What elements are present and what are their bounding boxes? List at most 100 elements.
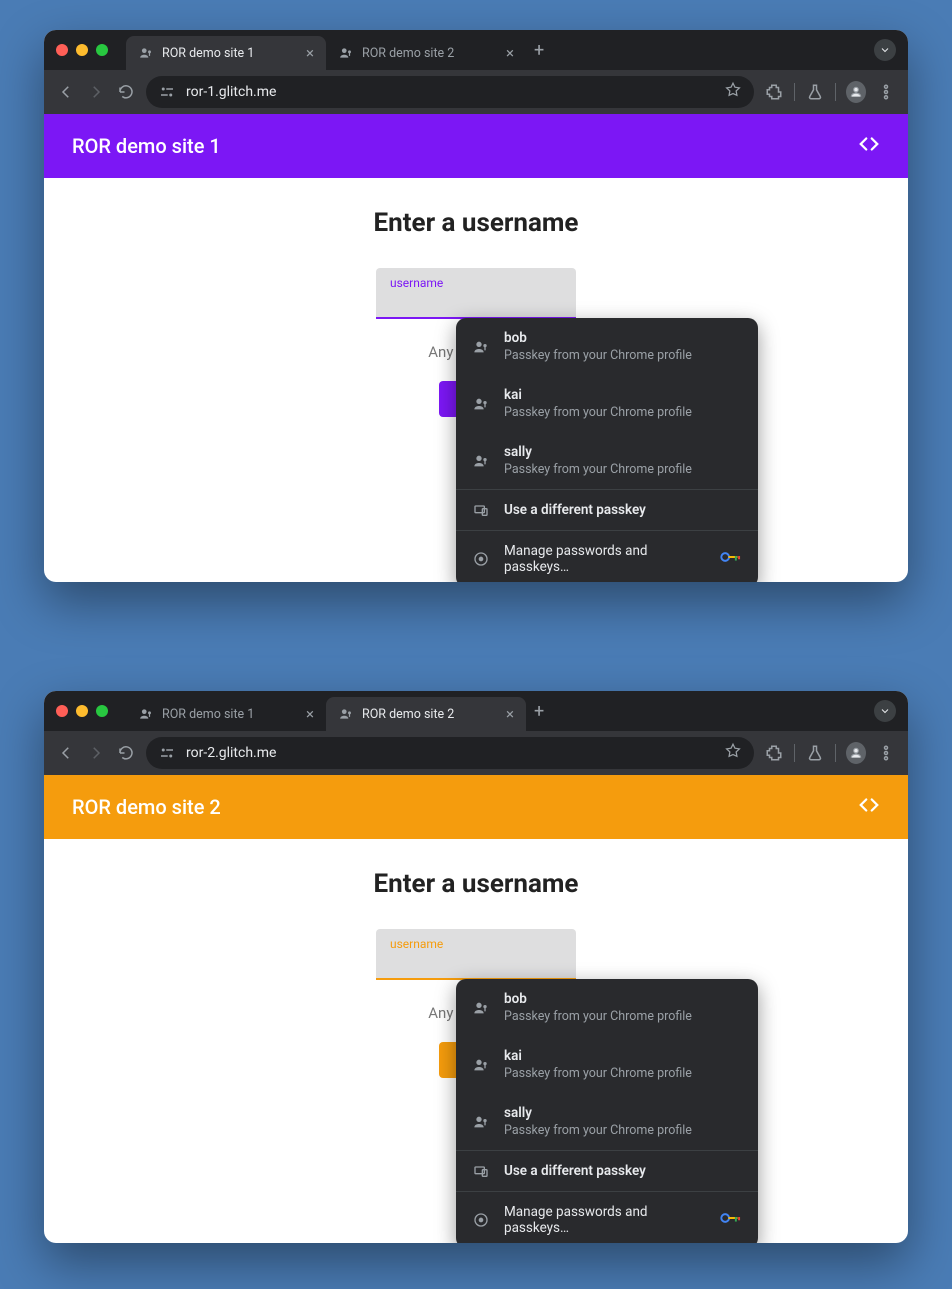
url-text: ror-1.glitch.me [186, 84, 714, 100]
passkey-name: sally [504, 444, 692, 460]
app-title: ROR demo site 1 [72, 134, 221, 158]
passkey-name: kai [504, 387, 692, 403]
new-tab-button[interactable]: + [526, 701, 552, 722]
passkey-name: bob [504, 330, 692, 346]
tab-overflow-button[interactable] [874, 700, 896, 722]
forward-button[interactable] [86, 744, 106, 762]
address-bar[interactable]: ror-2.glitch.me [146, 737, 754, 769]
reload-button[interactable] [116, 744, 136, 762]
device-icon [472, 502, 490, 518]
bookmark-star-icon[interactable] [724, 742, 742, 764]
back-button[interactable] [56, 83, 76, 101]
url-text: ror-2.glitch.me [186, 745, 714, 761]
traffic-lights [56, 705, 108, 717]
site-settings-icon[interactable] [158, 83, 176, 101]
passkey-item-kai[interactable]: kai Passkey from your Chrome profile [456, 375, 758, 432]
passkey-icon [472, 1057, 490, 1073]
passkey-sub: Passkey from your Chrome profile [504, 1009, 692, 1024]
tab-close-icon[interactable]: × [506, 44, 514, 62]
window-zoom-button[interactable] [96, 705, 108, 717]
tab-ror-2[interactable]: ROR demo site 2 × [326, 36, 526, 70]
tab-title: ROR demo site 2 [362, 46, 454, 61]
passkey-favicon-icon [138, 45, 154, 61]
tab-ror-1[interactable]: ROR demo site 1 × [126, 697, 326, 731]
passkey-item-bob[interactable]: bob Passkey from your Chrome profile [456, 318, 758, 375]
username-field-wrap[interactable]: username [376, 268, 576, 319]
window-minimize-button[interactable] [76, 44, 88, 56]
passkey-autofill-popup: bob Passkey from your Chrome profile kai… [456, 318, 758, 582]
extensions-icon[interactable] [764, 744, 784, 762]
passkey-sub: Passkey from your Chrome profile [504, 1123, 692, 1138]
window-close-button[interactable] [56, 44, 68, 56]
profile-button[interactable] [846, 81, 866, 103]
passkey-item-sally[interactable]: sally Passkey from your Chrome profile [456, 1093, 758, 1150]
passkey-autofill-popup: bob Passkey from your Chrome profile kai… [456, 979, 758, 1243]
tab-close-icon[interactable]: × [306, 44, 314, 62]
username-input[interactable] [390, 953, 562, 970]
username-input[interactable] [390, 292, 562, 309]
extensions-icon[interactable] [764, 83, 784, 101]
tab-close-icon[interactable]: × [506, 705, 514, 723]
profile-button[interactable] [846, 742, 866, 764]
forward-button[interactable] [86, 83, 106, 101]
passkey-sub: Passkey from your Chrome profile [504, 405, 692, 420]
view-source-icon[interactable] [858, 794, 880, 821]
window-minimize-button[interactable] [76, 705, 88, 717]
tab-overflow-button[interactable] [874, 39, 896, 61]
device-icon [472, 1163, 490, 1179]
labs-icon[interactable] [805, 83, 825, 101]
manage-label: Manage passwords and passkeys… [504, 1204, 706, 1236]
address-bar[interactable]: ror-1.glitch.me [146, 76, 754, 108]
manage-passwords[interactable]: Manage passwords and passkeys… [456, 530, 758, 582]
use-different-label: Use a different passkey [504, 502, 646, 518]
view-source-icon[interactable] [858, 133, 880, 160]
passkey-sub: Passkey from your Chrome profile [504, 348, 692, 363]
passkey-favicon-icon [338, 706, 354, 722]
bookmark-star-icon[interactable] [724, 81, 742, 103]
passkey-sub: Passkey from your Chrome profile [504, 1066, 692, 1081]
tab-ror-1[interactable]: ROR demo site 1 × [126, 36, 326, 70]
chrome-icon [472, 551, 490, 567]
app-title: ROR demo site 2 [72, 795, 221, 819]
username-field-wrap[interactable]: username [376, 929, 576, 980]
toolbar: ror-1.glitch.me [44, 70, 908, 114]
passkey-icon [472, 1114, 490, 1130]
manage-label: Manage passwords and passkeys… [504, 543, 706, 575]
reload-button[interactable] [116, 83, 136, 101]
chrome-icon [472, 1212, 490, 1228]
window-zoom-button[interactable] [96, 44, 108, 56]
labs-icon[interactable] [805, 744, 825, 762]
tab-title: ROR demo site 1 [162, 707, 254, 722]
new-tab-button[interactable]: + [526, 40, 552, 61]
page-content: Enter a username username Any username N… [44, 869, 908, 1078]
use-different-passkey[interactable]: Use a different passkey [456, 490, 758, 530]
app-header: ROR demo site 2 [44, 775, 908, 839]
menu-button[interactable] [876, 83, 896, 101]
tab-close-icon[interactable]: × [306, 705, 314, 723]
passkey-item-bob[interactable]: bob Passkey from your Chrome profile [456, 979, 758, 1036]
passkey-icon [472, 396, 490, 412]
passkey-item-kai[interactable]: kai Passkey from your Chrome profile [456, 1036, 758, 1093]
passkey-item-sally[interactable]: sally Passkey from your Chrome profile [456, 432, 758, 489]
tab-ror-2[interactable]: ROR demo site 2 × [326, 697, 526, 731]
window-close-button[interactable] [56, 705, 68, 717]
manage-passwords[interactable]: Manage passwords and passkeys… [456, 1191, 758, 1243]
menu-button[interactable] [876, 744, 896, 762]
passkey-sub: Passkey from your Chrome profile [504, 462, 692, 477]
use-different-passkey[interactable]: Use a different passkey [456, 1151, 758, 1191]
tab-title: ROR demo site 1 [162, 46, 254, 61]
passkey-favicon-icon [338, 45, 354, 61]
input-label: username [390, 276, 443, 290]
use-different-label: Use a different passkey [504, 1163, 646, 1179]
back-button[interactable] [56, 744, 76, 762]
passkey-icon [472, 453, 490, 469]
google-key-icon [720, 1211, 742, 1229]
passkey-icon [472, 339, 490, 355]
toolbar-right [764, 81, 896, 103]
titlebar: ROR demo site 1 × ROR demo site 2 × + [44, 30, 908, 70]
passkey-favicon-icon [138, 706, 154, 722]
site-settings-icon[interactable] [158, 744, 176, 762]
passkey-name: sally [504, 1105, 692, 1121]
browser-window-2: ROR demo site 1 × ROR demo site 2 × + ro… [44, 691, 908, 1243]
page-content: Enter a username username Any username N… [44, 208, 908, 417]
